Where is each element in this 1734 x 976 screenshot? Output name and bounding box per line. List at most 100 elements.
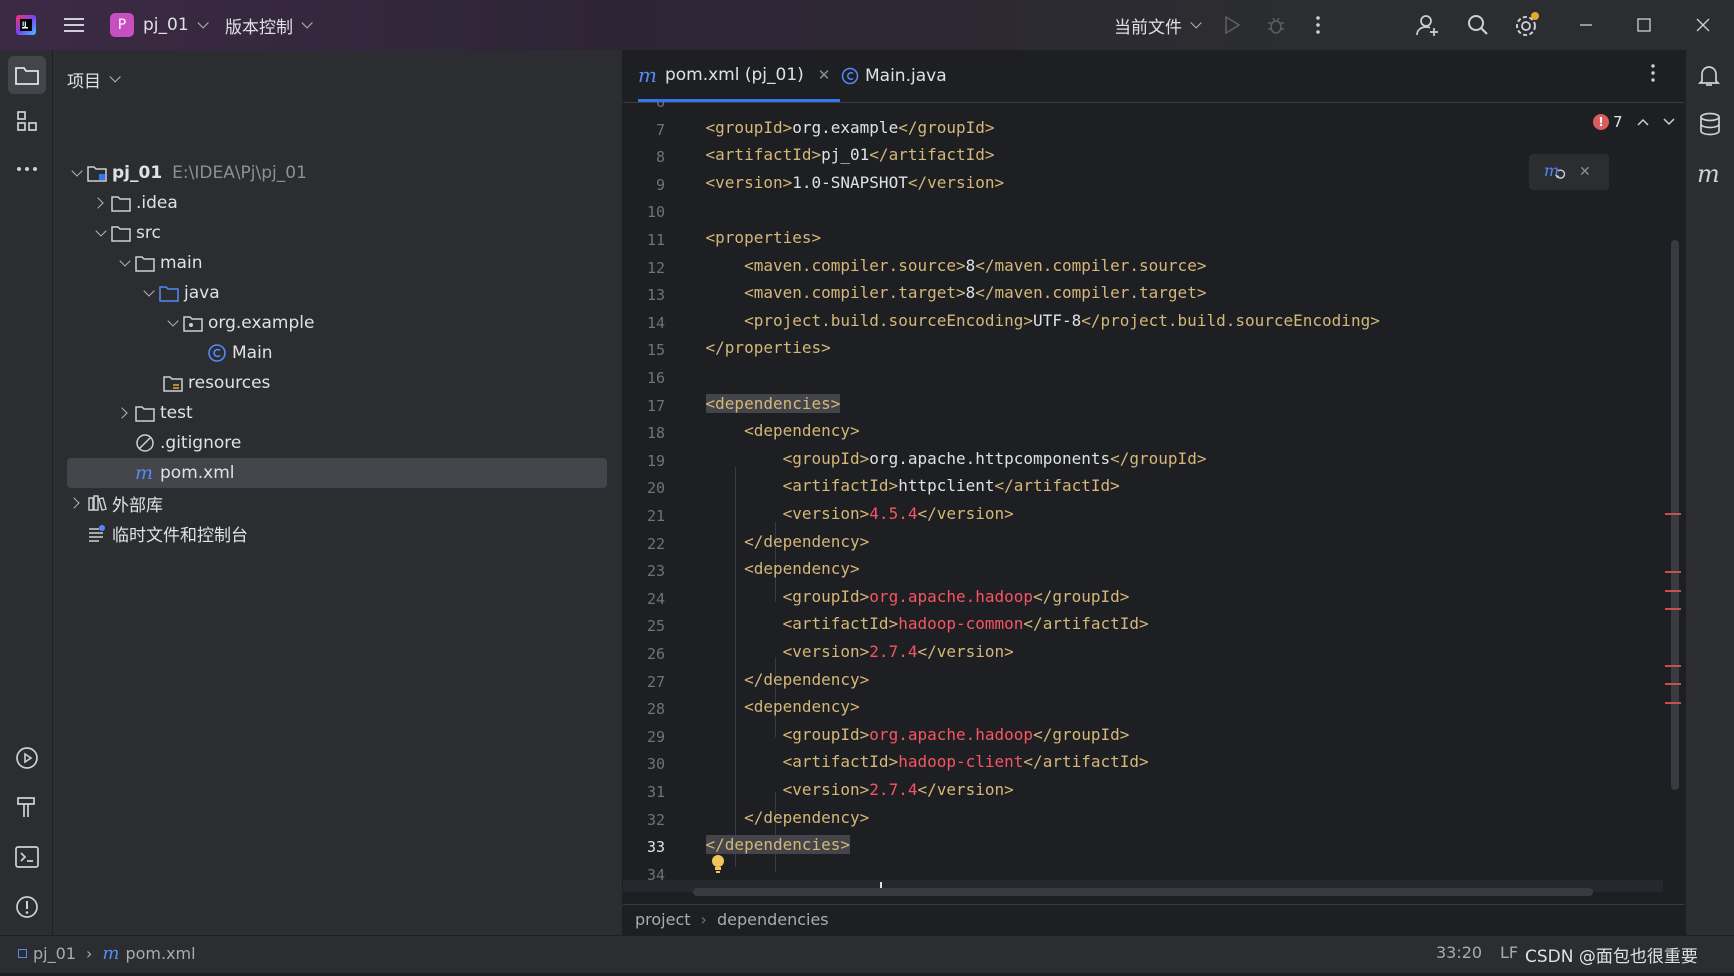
tree-item-label: 临时文件和控制台 — [112, 525, 248, 546]
chevron-down-icon[interactable] — [163, 313, 183, 333]
tree-item-src[interactable]: src — [91, 218, 161, 248]
class-icon — [207, 343, 227, 363]
build-tool-icon[interactable] — [8, 788, 46, 826]
tree-item-java[interactable]: java — [139, 278, 220, 308]
intellij-logo-icon[interactable]: IJ — [4, 0, 48, 50]
run-config-selector[interactable]: 当前文件 — [1114, 0, 1202, 50]
maximize-icon[interactable] — [1622, 0, 1666, 50]
tree-item-main[interactable]: main — [115, 248, 202, 278]
tree-item-test[interactable]: test — [115, 398, 193, 428]
main-menu-icon[interactable] — [52, 0, 96, 50]
run-icon[interactable] — [1210, 0, 1254, 50]
project-name: pj_01 — [143, 15, 189, 35]
tree-item-org-example[interactable]: org.example — [163, 308, 314, 338]
lightbulb-icon[interactable] — [711, 854, 725, 878]
tree-item-main-class[interactable]: Main — [207, 338, 273, 368]
package-icon — [183, 313, 203, 333]
tree-item-scratches[interactable]: 临时文件和控制台 — [67, 518, 248, 548]
code-token: <groupId> — [667, 724, 870, 744]
code-token: </version> — [907, 172, 1005, 192]
error-stripe-marker[interactable] — [1665, 665, 1681, 667]
tab-pom-xml[interactable]: m pom.xml (pj_01) ✕ — [638, 50, 841, 102]
chevron-down-icon[interactable] — [115, 253, 135, 273]
svg-text:IJ: IJ — [22, 21, 26, 28]
structure-tool-icon[interactable] — [8, 102, 46, 140]
editor-breadcrumb: project › dependencies — [623, 904, 1684, 936]
tree-item-pom-xml[interactable]: m pom.xml — [67, 458, 607, 488]
error-stripe-marker[interactable] — [1665, 571, 1681, 573]
error-stripe-marker[interactable] — [1665, 513, 1681, 515]
status-path-project[interactable]: pj_01 — [33, 944, 76, 963]
line-number: 6 — [655, 102, 665, 111]
code-line: </dependency> — [667, 808, 869, 827]
caret-position[interactable]: 33:20 — [1436, 943, 1482, 962]
search-icon[interactable] — [1456, 0, 1500, 50]
line-number: 26 — [646, 645, 665, 663]
chevron-down-icon[interactable] — [91, 223, 111, 243]
code-line: </dependency> — [667, 532, 869, 551]
code-line: <version>1.0-SNAPSHOT</version> — [667, 172, 1005, 192]
error-stripe-marker[interactable] — [1665, 702, 1681, 704]
chevron-down-icon[interactable] — [67, 163, 87, 183]
project-tool-icon[interactable] — [8, 56, 46, 94]
folder-icon — [135, 403, 155, 423]
horizontal-scrollbar[interactable] — [693, 888, 1593, 896]
status-path-file[interactable]: pom.xml — [125, 944, 195, 963]
tree-item-pj01[interactable]: pj_01 E:\IDEA\Pj\pj_01 — [67, 158, 307, 188]
vcs-menu[interactable]: 版本控制 — [225, 0, 313, 50]
project-panel-header[interactable]: 项目 — [67, 66, 121, 92]
error-stripe-marker[interactable] — [1665, 608, 1681, 610]
tree-item-label: java — [184, 283, 220, 303]
vertical-scrollbar[interactable] — [1671, 240, 1679, 790]
code-token: <dependency> — [667, 559, 860, 579]
line-number: 14 — [646, 313, 665, 332]
minimize-icon[interactable] — [1564, 0, 1608, 50]
chevron-right-icon[interactable] — [91, 193, 111, 213]
code-editor[interactable]: 67 <groupId>org.example</groupId> 8 <arti… — [623, 102, 1663, 892]
error-stripe-marker[interactable] — [1665, 590, 1681, 592]
project-selector[interactable]: P pj_01 — [110, 0, 209, 50]
code-token: 2.7.4 — [869, 780, 918, 799]
maven-tool-icon[interactable]: m — [1697, 160, 1720, 188]
line-number: 25 — [646, 617, 665, 636]
close-window-icon[interactable] — [1681, 0, 1725, 50]
tree-item-resources[interactable]: resources — [163, 368, 270, 398]
code-token: <groupId> — [667, 117, 793, 137]
chevron-right-icon[interactable] — [67, 493, 87, 513]
chevron-down-icon[interactable] — [139, 283, 159, 303]
code-token: </artifactId> — [1023, 614, 1149, 634]
maven-icon: m — [135, 462, 154, 484]
line-number: 29 — [646, 727, 665, 746]
tree-item-external-libraries[interactable]: 外部库 — [67, 488, 163, 518]
add-user-icon[interactable] — [1406, 0, 1450, 50]
services-tool-icon[interactable] — [8, 739, 46, 777]
more-tools-icon[interactable] — [8, 150, 46, 188]
line-number: 16 — [646, 369, 665, 387]
folder-icon — [111, 193, 131, 213]
breadcrumb-dependencies[interactable]: dependencies — [717, 910, 829, 929]
line-number: 12 — [646, 258, 665, 277]
notifications-bell-icon[interactable] — [1697, 64, 1721, 92]
line-number: 10 — [646, 203, 665, 222]
more-actions-icon[interactable] — [1296, 0, 1340, 50]
line-number: 9 — [655, 175, 665, 194]
tab-actions-icon[interactable] — [1651, 64, 1655, 86]
chevron-right-icon[interactable] — [115, 403, 135, 423]
tree-item-gitignore[interactable]: .gitignore — [115, 428, 241, 458]
error-stripe-marker[interactable] — [1665, 683, 1681, 685]
terminal-tool-icon[interactable] — [8, 838, 46, 876]
tree-item-idea[interactable]: .idea — [91, 188, 178, 218]
code-token: UTF-8 — [1033, 310, 1082, 330]
settings-gear-icon[interactable] — [1505, 0, 1549, 50]
problems-tool-icon[interactable] — [8, 888, 46, 926]
breadcrumb-project[interactable]: project — [635, 910, 691, 929]
code-line: <properties> — [667, 228, 822, 247]
code-token: <artifactId> — [667, 476, 899, 496]
tab-main-java[interactable]: Main.java — [841, 50, 947, 102]
next-highlight-icon[interactable] — [1663, 118, 1675, 126]
line-separator[interactable]: LF — [1500, 943, 1518, 962]
tree-item-path: E:\IDEA\Pj\pj_01 — [172, 163, 307, 183]
close-tab-icon[interactable]: ✕ — [818, 66, 831, 84]
database-icon[interactable] — [1699, 112, 1721, 140]
debug-icon[interactable] — [1254, 0, 1298, 50]
